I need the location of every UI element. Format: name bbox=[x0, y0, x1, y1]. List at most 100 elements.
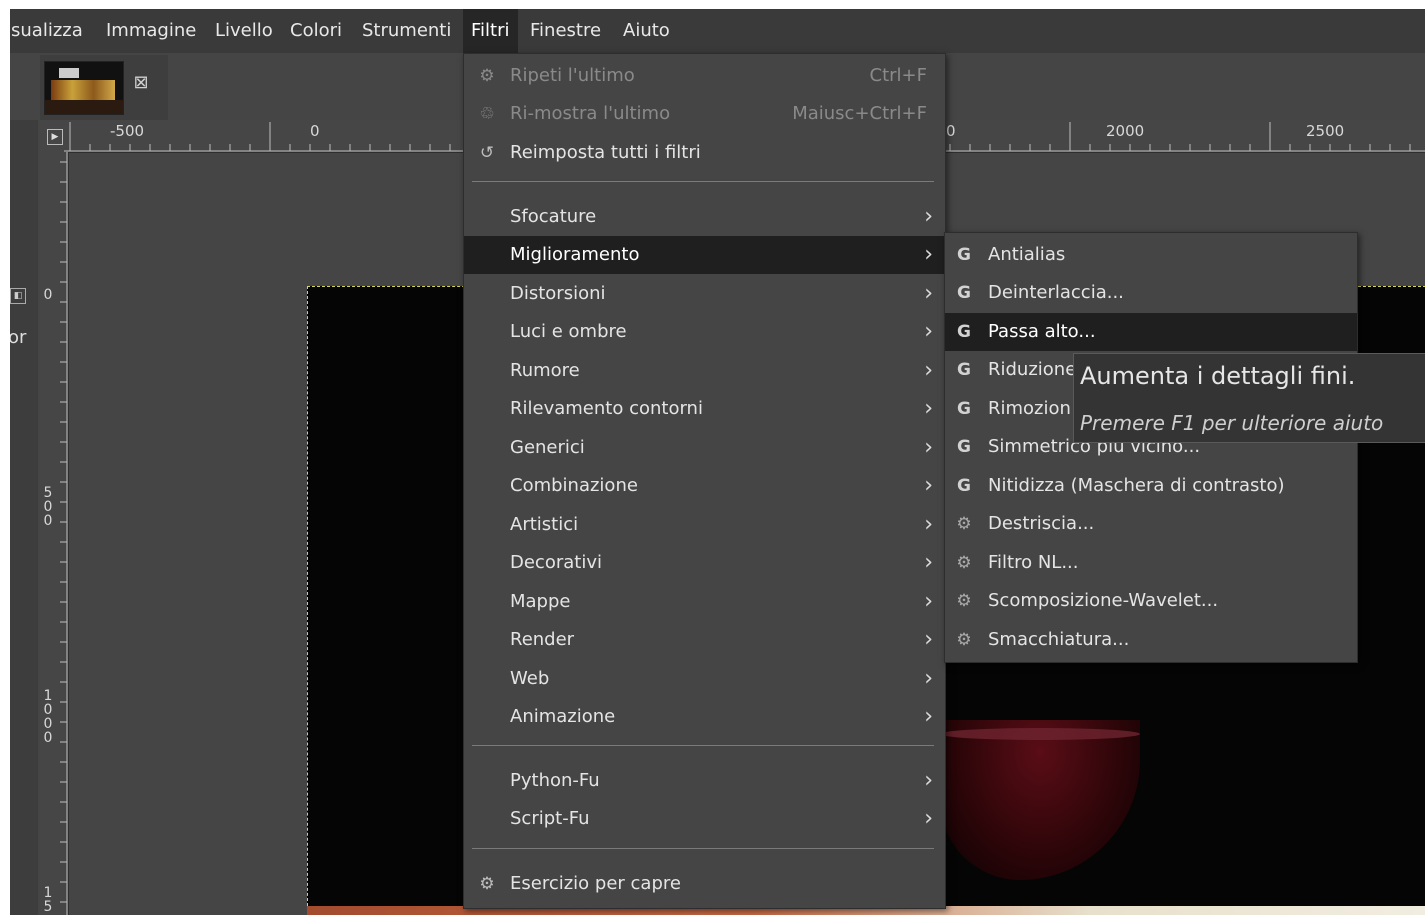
chevron-right-icon: › bbox=[924, 242, 933, 267]
reshow-icon: ♲ bbox=[479, 104, 495, 124]
menu-item-reshow-last[interactable]: ♲ Ri-mostra l'ultimo Maiusc+Ctrl+F bbox=[464, 95, 945, 133]
vertical-ruler[interactable] bbox=[40, 152, 69, 915]
menu-item-label: Miglioramento bbox=[510, 244, 640, 265]
menu-item-python-fu[interactable]: Python-Fu › bbox=[464, 762, 945, 800]
tooltip: Aumenta i dettagli fini. Premere F1 per … bbox=[1073, 353, 1425, 443]
menu-item-label: Distorsioni bbox=[510, 283, 606, 304]
ruler-label: 15 bbox=[43, 885, 53, 915]
menu-livello[interactable]: Livello bbox=[207, 9, 281, 53]
menu-separator bbox=[472, 745, 934, 746]
gegl-icon: G bbox=[957, 399, 971, 419]
submenu-item-label: Deinterlaccia... bbox=[988, 282, 1124, 303]
quick-mask-icon[interactable]: ▶ bbox=[47, 129, 63, 145]
menu-item-label: Generici bbox=[510, 437, 585, 458]
submenu-item-label: Nitidizza (Maschera di contrasto) bbox=[988, 475, 1285, 496]
gegl-icon: G bbox=[957, 245, 971, 265]
menu-colori[interactable]: Colori bbox=[282, 9, 350, 53]
repeat-icon: ⚙ bbox=[479, 66, 495, 86]
ruler-label: 0 bbox=[43, 287, 53, 303]
menu-visualizza[interactable]: isualizza bbox=[0, 9, 91, 53]
menu-item-label: Animazione bbox=[510, 706, 616, 727]
submenu-item-filtro-nl[interactable]: ⚙ Filtro NL... bbox=[945, 544, 1357, 582]
top-border bbox=[0, 0, 1425, 9]
menu-item-label: Combinazione bbox=[510, 475, 638, 496]
menubar: isualizza Immagine Livello Colori Strume… bbox=[6, 9, 1425, 53]
submenu-item-smacchiatura[interactable]: ⚙ Smacchiatura... bbox=[945, 621, 1357, 659]
ruler-label: -500 bbox=[110, 122, 145, 140]
menu-item-label: Ri-mostra l'ultimo bbox=[510, 103, 671, 124]
menu-item-label: Reimposta tutti i filtri bbox=[510, 142, 701, 163]
menu-item-distorsioni[interactable]: Distorsioni › bbox=[464, 275, 945, 313]
menu-item-label: Artistici bbox=[510, 514, 579, 535]
enhance-submenu: G Antialias G Deinterlaccia... G Passa alto… bbox=[944, 232, 1358, 663]
gear-icon: ⚙ bbox=[956, 630, 972, 650]
chevron-right-icon: › bbox=[924, 704, 933, 729]
menu-separator bbox=[472, 848, 934, 849]
gegl-icon: G bbox=[957, 360, 971, 380]
left-border bbox=[0, 0, 10, 915]
gear-icon: ⚙ bbox=[956, 591, 972, 611]
menu-item-luci-ombre[interactable]: Luci e ombre › bbox=[464, 313, 945, 351]
menu-item-artistici[interactable]: Artistici › bbox=[464, 506, 945, 544]
submenu-item-passa-alto[interactable]: G Passa alto... bbox=[945, 313, 1357, 351]
chevron-right-icon: › bbox=[924, 435, 933, 460]
submenu-item-destriscia[interactable]: ⚙ Destriscia... bbox=[945, 505, 1357, 543]
submenu-item-wavelet[interactable]: ⚙ Scomposizione-Wavelet... bbox=[945, 582, 1357, 620]
tooltip-help: Premere F1 per ulteriore aiuto bbox=[1080, 411, 1384, 435]
menu-item-web[interactable]: Web › bbox=[464, 660, 945, 698]
menu-immagine[interactable]: Immagine bbox=[98, 9, 204, 53]
menu-aiuto[interactable]: Aiuto bbox=[615, 9, 678, 53]
close-icon[interactable]: ⊠ bbox=[132, 74, 150, 92]
menu-item-reset-filters[interactable]: ↺ Reimposta tutti i filtri bbox=[464, 134, 945, 172]
chevron-right-icon: › bbox=[924, 512, 933, 537]
chevron-right-icon: › bbox=[924, 550, 933, 575]
submenu-item-antialias[interactable]: G Antialias bbox=[945, 236, 1357, 274]
gear-icon: ⚙ bbox=[956, 514, 972, 534]
image-thumbnail[interactable] bbox=[44, 61, 124, 115]
submenu-item-label: Rimozion bbox=[988, 398, 1071, 419]
dock-toggle-icon[interactable]: ◧ bbox=[10, 288, 26, 304]
ruler-label: 2500 bbox=[1306, 122, 1345, 140]
submenu-item-nitidizza[interactable]: G Nitidizza (Maschera di contrasto) bbox=[945, 467, 1357, 505]
shortcut-label: Ctrl+F bbox=[869, 65, 927, 86]
menu-item-animazione[interactable]: Animazione › bbox=[464, 698, 945, 736]
chevron-right-icon: › bbox=[924, 768, 933, 793]
menu-item-mappe[interactable]: Mappe › bbox=[464, 583, 945, 621]
chevron-right-icon: › bbox=[924, 627, 933, 652]
menu-item-sfocature[interactable]: Sfocature › bbox=[464, 198, 945, 236]
chevron-right-icon: › bbox=[924, 589, 933, 614]
menu-item-esercizio-capre[interactable]: ⚙ Esercizio per capre bbox=[464, 865, 945, 903]
chevron-right-icon: › bbox=[924, 473, 933, 498]
chevron-right-icon: › bbox=[924, 396, 933, 421]
ruler-ticks bbox=[60, 152, 68, 915]
chevron-right-icon: › bbox=[924, 281, 933, 306]
menu-item-label: Web bbox=[510, 668, 550, 689]
submenu-item-label: Passa alto... bbox=[988, 321, 1096, 342]
menu-item-render[interactable]: Render › bbox=[464, 621, 945, 659]
menu-item-miglioramento[interactable]: Miglioramento › bbox=[464, 236, 945, 274]
submenu-item-deinterlaccia[interactable]: G Deinterlaccia... bbox=[945, 274, 1357, 312]
menu-item-label: Rumore bbox=[510, 360, 580, 381]
menu-item-label: Rilevamento contorni bbox=[510, 398, 703, 419]
dock-label-fragment: or bbox=[8, 327, 27, 348]
menu-item-label: Esercizio per capre bbox=[510, 873, 681, 894]
menu-item-label: Python-Fu bbox=[510, 770, 600, 791]
submenu-item-label: Filtro NL... bbox=[988, 552, 1079, 573]
menu-item-rumore[interactable]: Rumore › bbox=[464, 352, 945, 390]
menu-item-script-fu[interactable]: Script-Fu › bbox=[464, 800, 945, 838]
menu-item-combinazione[interactable]: Combinazione › bbox=[464, 467, 945, 505]
gegl-icon: G bbox=[957, 437, 971, 457]
filters-menu: ⚙ Ripeti l'ultimo Ctrl+F ♲ Ri-mostra l'u… bbox=[463, 53, 946, 909]
menu-item-rilevamento-contorni[interactable]: Rilevamento contorni › bbox=[464, 390, 945, 428]
menu-item-decorativi[interactable]: Decorativi › bbox=[464, 544, 945, 582]
menu-item-generici[interactable]: Generici › bbox=[464, 429, 945, 467]
gear-icon: ⚙ bbox=[479, 874, 495, 894]
menu-item-repeat-last[interactable]: ⚙ Ripeti l'ultimo Ctrl+F bbox=[464, 57, 945, 95]
menu-strumenti[interactable]: Strumenti bbox=[354, 9, 459, 53]
menu-filtri[interactable]: Filtri bbox=[463, 9, 518, 53]
wine-glass-rim bbox=[940, 728, 1140, 740]
gear-icon: ⚙ bbox=[956, 553, 972, 573]
menu-finestre[interactable]: Finestre bbox=[522, 9, 609, 53]
chevron-right-icon: › bbox=[924, 319, 933, 344]
submenu-item-label: Scomposizione-Wavelet... bbox=[988, 590, 1219, 611]
